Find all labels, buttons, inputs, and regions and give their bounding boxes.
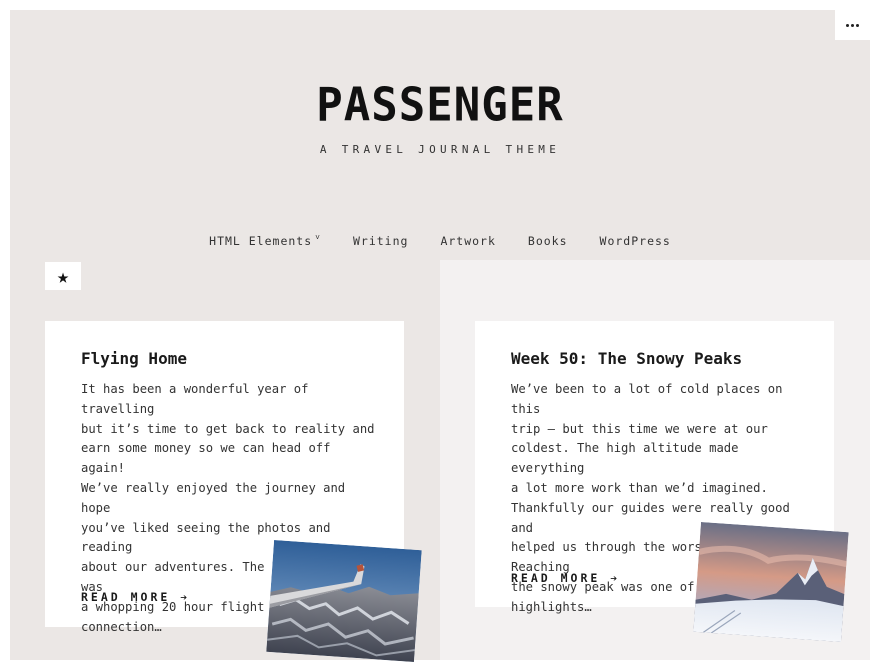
nav-item-writing[interactable]: Writing [353,234,408,248]
excerpt-line: a lot more work than we’d imagined. [511,480,768,495]
post-title[interactable]: Flying Home [81,349,187,368]
nav-item-wordpress[interactable]: WordPress [600,234,671,248]
dot [856,23,859,27]
snowy-mountain-image [693,521,849,643]
read-more-link[interactable]: READ MORE ➔ [81,590,190,604]
excerpt-line: trip — but this time we were at our [511,421,768,436]
airplane-wing-image [266,539,422,662]
excerpt-line: We’ve been to a lot of cold places on th… [511,382,783,416]
excerpt-line: coldest. The high altitude made everythi… [511,441,739,476]
excerpt-line: earn some money so we can head off again… [81,441,331,476]
site-header: PASSENGER A TRAVEL JOURNAL THEME HTML El… [10,10,870,260]
site-description: A TRAVEL JOURNAL THEME [319,143,561,156]
post-thumbnail-snowy-peak[interactable] [693,521,849,643]
nav-item-artwork[interactable]: Artwork [440,234,495,248]
excerpt-line: but it’s time to get back to reality and [81,421,375,436]
site-title[interactable]: PASSENGER [10,79,870,133]
more-menu-button[interactable] [835,10,870,40]
excerpt-line: We’ve really enjoyed the journey and hop… [81,480,346,515]
nav-item-html-elements[interactable]: HTML Elements ˅ [209,233,321,248]
post-title[interactable]: Week 50: The Snowy Peaks [511,349,742,368]
primary-navigation: HTML Elements ˅ Writing Artwork Books Wor… [10,233,870,248]
dot [851,23,854,27]
nav-item-label: HTML Elements [209,234,313,248]
chevron-down-icon: ˅ [315,233,321,242]
read-more-link[interactable]: READ MORE ➔ [511,571,620,585]
post-thumbnail-airplane-wing[interactable] [266,539,422,662]
dot [846,23,849,27]
nav-item-books[interactable]: Books [528,234,568,248]
star-icon: ★ [45,262,81,290]
excerpt-line: It has been a wonderful year of travelli… [81,382,309,416]
